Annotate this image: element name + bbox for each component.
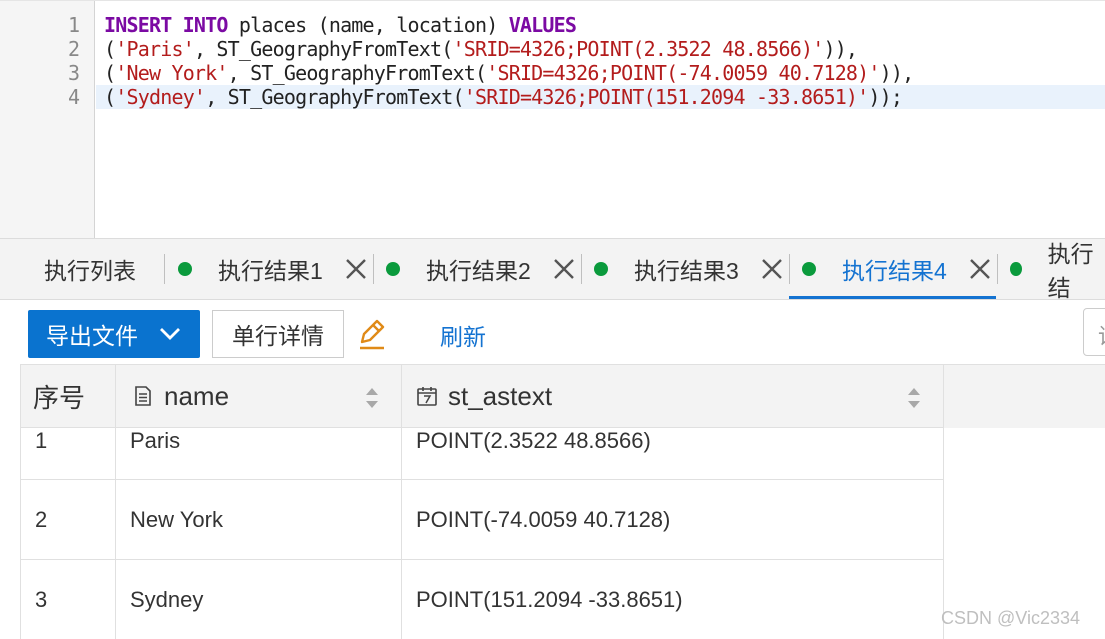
search-input[interactable]: 请: [1083, 308, 1105, 356]
code-line[interactable]: INSERT INTO places (name, location) VALU…: [104, 13, 577, 37]
code-text: (: [104, 61, 116, 85]
code-line[interactable]: ('New York', ST_GeographyFromText('SRID=…: [104, 61, 915, 85]
tab-divider: [164, 254, 165, 284]
result-grid: 序号 name st_astext 1 Paris POINT(2.3522 4…: [20, 364, 944, 639]
tab-label: 执行结果4: [842, 258, 947, 284]
document-icon: [135, 386, 151, 406]
line-number-gutter: 1 2 3 4: [0, 1, 95, 239]
code-text: places (name, location): [227, 13, 509, 37]
tab-label: 执行结: [1047, 241, 1094, 301]
sort-icon[interactable]: [906, 385, 922, 411]
code-area[interactable]: INSERT INTO places (name, location) VALU…: [96, 1, 1105, 239]
tab-result-5[interactable]: 执行结: [1010, 239, 1105, 301]
cell-name[interactable]: Sydney: [116, 560, 402, 639]
row-detail-label: 单行详情: [232, 323, 324, 349]
sql-string: 'SRID=4326;POINT(-74.0059 40.7128)': [486, 61, 880, 85]
cell-name[interactable]: New York: [116, 480, 402, 559]
close-icon[interactable]: [343, 256, 369, 282]
pencil-edit-icon[interactable]: [356, 316, 388, 352]
tab-label: 执行结果3: [634, 258, 739, 284]
cell-st-astext[interactable]: POINT(2.3522 48.8566): [402, 428, 944, 479]
code-line[interactable]: ('Paris', ST_GeographyFromText('SRID=432…: [104, 37, 858, 61]
column-header-label: name: [164, 380, 230, 411]
watermark-text: CSDN @Vic2334: [941, 608, 1080, 628]
line-number: 3: [67, 61, 80, 85]
tab-result-1[interactable]: 执行结果1: [178, 239, 323, 299]
result-toolbar: 导出文件 单行详情 刷新 请: [0, 300, 1105, 364]
sql-string: 'SRID=4326;POINT(151.2094 -33.8651)': [463, 85, 869, 109]
code-text: , ST_GeographyFromText(: [193, 37, 453, 61]
code-text: , ST_GeographyFromText(: [227, 61, 487, 85]
tab-label: 执行结果1: [218, 258, 323, 284]
search-placeholder: 请: [1098, 324, 1105, 349]
sql-keyword: VALUES: [508, 13, 577, 37]
tab-label: 执行列表: [44, 258, 136, 284]
calendar-icon: [417, 387, 437, 406]
code-text: , ST_GeographyFromText(: [205, 85, 464, 109]
tab-label: 执行结果2: [426, 258, 531, 284]
code-line-active[interactable]: ('Sydney', ST_GeographyFromText('SRID=43…: [96, 85, 1105, 109]
grid-header: 序号 name st_astext: [21, 364, 944, 428]
column-header-index[interactable]: 序号: [21, 365, 116, 427]
status-dot-icon: [386, 262, 400, 276]
status-dot-icon: [594, 262, 608, 276]
sql-editor[interactable]: 1 2 3 4 INSERT INTO places (name, locati…: [0, 0, 1105, 239]
status-dot-icon: [802, 262, 816, 276]
table-row[interactable]: 2 New York POINT(-74.0059 40.7128): [21, 480, 944, 560]
sql-string: 'Paris': [115, 37, 194, 61]
line-number: 2: [67, 37, 80, 61]
cell-index[interactable]: 1: [21, 428, 116, 479]
tab-divider: [373, 254, 374, 284]
code-text: (: [104, 85, 116, 109]
tab-execution-list[interactable]: 执行列表: [44, 239, 136, 299]
tab-result-3[interactable]: 执行结果3: [594, 239, 739, 299]
close-icon[interactable]: [551, 256, 577, 282]
tab-divider: [789, 254, 790, 284]
sql-keyword: INSERT INTO: [104, 13, 228, 37]
code-text: ));: [868, 85, 903, 109]
tab-result-4[interactable]: 执行结果4: [802, 239, 947, 299]
table-row[interactable]: 1 Paris POINT(2.3522 48.8566): [21, 428, 944, 480]
table-row[interactable]: 3 Sydney POINT(151.2094 -33.8651): [21, 560, 944, 639]
cell-st-astext[interactable]: POINT(-74.0059 40.7128): [402, 480, 944, 559]
status-dot-icon: [178, 262, 192, 276]
line-number: 1: [67, 13, 80, 37]
chevron-down-icon: [160, 328, 180, 340]
sql-string: 'New York': [115, 61, 228, 85]
line-number: 4: [67, 85, 80, 109]
status-dot-icon: [1010, 262, 1022, 276]
row-detail-button[interactable]: 单行详情: [212, 310, 344, 358]
code-text: )),: [823, 37, 858, 61]
result-tab-bar: 执行列表 执行结果1 执行结果2 执行结果3 执行结果4 执行结: [0, 238, 1105, 301]
active-tab-indicator: [789, 296, 996, 299]
export-file-button[interactable]: 导出文件: [28, 310, 200, 358]
export-file-label: 导出文件: [46, 323, 138, 349]
code-text: (: [104, 37, 116, 61]
cell-index[interactable]: 3: [21, 560, 116, 639]
tab-divider: [997, 254, 998, 284]
tab-result-2[interactable]: 执行结果2: [386, 239, 531, 299]
column-header-label: st_astext: [448, 380, 553, 411]
code-text: )),: [879, 61, 915, 85]
sql-string: 'Sydney': [115, 85, 206, 109]
cell-index[interactable]: 2: [21, 480, 116, 559]
close-icon[interactable]: [759, 256, 785, 282]
refresh-link[interactable]: 刷新: [440, 318, 486, 352]
close-icon[interactable]: [967, 256, 993, 282]
column-header-name[interactable]: name: [116, 365, 402, 427]
tab-divider: [581, 254, 582, 284]
column-header-label: 序号: [33, 382, 86, 413]
cell-name[interactable]: Paris: [116, 428, 402, 479]
grid-header-filler: [944, 364, 1105, 428]
column-header-st-astext[interactable]: st_astext: [402, 365, 944, 427]
sql-string: 'SRID=4326;POINT(2.3522 48.8566)': [452, 37, 824, 61]
sort-icon[interactable]: [364, 385, 380, 411]
cell-st-astext[interactable]: POINT(151.2094 -33.8651): [402, 560, 944, 639]
